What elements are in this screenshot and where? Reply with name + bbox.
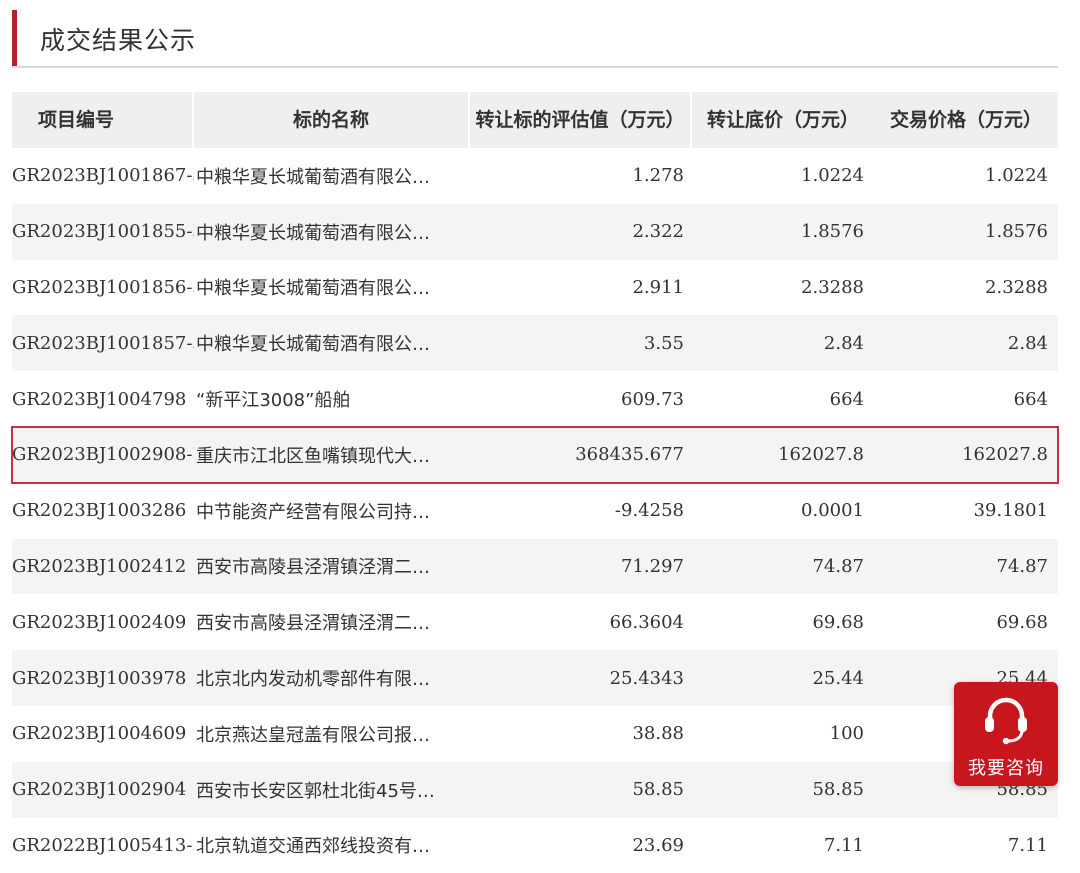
cell-target-name[interactable]: 北京轨道交通西郊线投资有… bbox=[194, 832, 470, 858]
cell-reserve-price: 69.68 bbox=[812, 611, 864, 633]
cell-reserve-price: 2.3288 bbox=[801, 276, 864, 298]
table-row[interactable]: GR2023BJ1002409 西安市高陵县泾渭镇泾渭二… 66.3604 69… bbox=[12, 594, 1058, 650]
section-accent-bar bbox=[12, 10, 17, 66]
cell-valuation: 71.297 bbox=[621, 555, 684, 577]
cell-deal-price: 664 bbox=[1013, 388, 1048, 410]
cell-project-id: GR2023BJ1002409 bbox=[12, 611, 187, 633]
cell-reserve-price: 664 bbox=[829, 388, 864, 410]
header-valuation: 转让标的评估值（万元） bbox=[470, 92, 692, 148]
cell-target-name[interactable]: 北京北内发动机零部件有限… bbox=[194, 665, 470, 691]
cell-valuation: 368435.677 bbox=[575, 444, 684, 466]
cell-project-id: GR2023BJ1003286 bbox=[12, 500, 187, 522]
cell-reserve-price: 0.0001 bbox=[801, 500, 864, 522]
header-reserve-price: 转让底价（万元） bbox=[706, 109, 859, 131]
table-row[interactable]: GR2023BJ1001855-3 中粮华夏长城葡萄酒有限公… 2.322 1.… bbox=[12, 203, 1058, 260]
cell-project-id: GR2023BJ1001867-3 bbox=[12, 165, 194, 187]
cell-deal-price: 74.87 bbox=[996, 555, 1048, 577]
cell-valuation: 38.88 bbox=[632, 723, 684, 745]
table-row-highlighted[interactable]: GR2023BJ1002908-7 重庆市江北区鱼嘴镇现代大… 368435.6… bbox=[11, 425, 1059, 484]
header-project-id: 项目编号 bbox=[12, 92, 194, 148]
cell-target-name[interactable]: 重庆市江北区鱼嘴镇现代大… bbox=[194, 442, 470, 468]
cell-valuation: 2.322 bbox=[632, 221, 684, 243]
cell-deal-price: 1.8576 bbox=[985, 221, 1048, 243]
cell-valuation: 23.69 bbox=[632, 834, 684, 856]
cell-deal-price: 39.1801 bbox=[973, 500, 1048, 522]
cell-project-id: GR2023BJ1002904 bbox=[12, 779, 187, 801]
cell-target-name[interactable]: 西安市高陵县泾渭镇泾渭二… bbox=[194, 609, 470, 635]
cell-deal-price: 7.11 bbox=[1007, 834, 1048, 856]
cell-project-id: GR2023BJ1001855-3 bbox=[12, 221, 194, 243]
header-target-name: 标的名称 bbox=[194, 92, 470, 148]
cell-reserve-price: 162027.8 bbox=[778, 444, 864, 466]
cell-valuation: 66.3604 bbox=[609, 611, 684, 633]
cell-deal-price: 2.84 bbox=[1007, 332, 1048, 354]
cell-reserve-price: 74.87 bbox=[812, 555, 864, 577]
cell-valuation: 58.85 bbox=[632, 779, 684, 801]
cell-target-name[interactable]: 西安市长安区郭杜北街45号… bbox=[194, 777, 470, 803]
cell-target-name[interactable]: 中粮华夏长城葡萄酒有限公… bbox=[194, 274, 470, 300]
header-deal-price: 交易价格（万元） bbox=[889, 109, 1042, 131]
table-row[interactable]: GR2023BJ1003286 中节能资产经营有限公司持… -9.4258 0.… bbox=[12, 483, 1058, 539]
headset-icon bbox=[985, 697, 1027, 745]
consult-label: 我要咨询 bbox=[968, 758, 1044, 779]
cell-target-name[interactable]: “新平江3008”船舶 bbox=[194, 386, 470, 412]
cell-project-id: GR2022BJ1005413-5 bbox=[12, 834, 194, 856]
cell-valuation: 3.55 bbox=[643, 332, 684, 354]
cell-project-id: GR2023BJ1002412 bbox=[12, 555, 187, 577]
table-row[interactable]: GR2022BJ1005413-5 北京轨道交通西郊线投资有… 23.69 7.… bbox=[12, 818, 1058, 873]
table-row[interactable]: GR2023BJ1002412 西安市高陵县泾渭镇泾渭二… 71.297 74.… bbox=[12, 538, 1058, 595]
cell-project-id: GR2023BJ1003978 bbox=[12, 667, 187, 689]
cell-project-id: GR2023BJ1004798 bbox=[12, 388, 187, 410]
table-row[interactable]: GR2023BJ1003978 北京北内发动机零部件有限… 25.4343 25… bbox=[12, 650, 1058, 706]
cell-project-id: GR2023BJ1001857-3 bbox=[12, 332, 194, 354]
cell-valuation: -9.4258 bbox=[614, 500, 684, 522]
cell-valuation: 25.4343 bbox=[609, 667, 684, 689]
table-row[interactable]: GR2023BJ1001856-3 中粮华夏长城葡萄酒有限公… 2.911 2.… bbox=[12, 260, 1058, 316]
table-row[interactable]: GR2023BJ1002904 西安市长安区郭杜北街45号… 58.85 58.… bbox=[12, 761, 1058, 818]
consult-button[interactable]: 我要咨询 bbox=[954, 682, 1058, 786]
cell-target-name[interactable]: 中粮华夏长城葡萄酒有限公… bbox=[194, 163, 470, 189]
cell-valuation: 2.911 bbox=[632, 276, 684, 298]
cell-target-name[interactable]: 西安市高陵县泾渭镇泾渭二… bbox=[194, 553, 470, 579]
table-row[interactable]: GR2023BJ1004609 北京燕达皇冠盖有限公司报… 38.88 100 bbox=[12, 706, 1058, 762]
cell-target-name[interactable]: 北京燕达皇冠盖有限公司报… bbox=[194, 721, 470, 747]
cell-reserve-price: 2.84 bbox=[823, 332, 864, 354]
cell-deal-price: 1.0224 bbox=[985, 165, 1048, 187]
cell-deal-price: 162027.8 bbox=[962, 444, 1048, 466]
section-header: 成交结果公示 bbox=[12, 10, 1058, 68]
cell-target-name[interactable]: 中节能资产经营有限公司持… bbox=[194, 498, 470, 524]
section-title: 成交结果公示 bbox=[40, 26, 197, 55]
table-row[interactable]: GR2023BJ1001867-3 中粮华夏长城葡萄酒有限公… 1.278 1.… bbox=[12, 148, 1058, 204]
table-row[interactable]: GR2023BJ1001857-3 中粮华夏长城葡萄酒有限公… 3.55 2.8… bbox=[12, 315, 1058, 372]
cell-reserve-price: 1.0224 bbox=[801, 165, 864, 187]
results-table: 项目编号 标的名称 转让标的评估值（万元） 转让底价（万元） 交易价格（万元） … bbox=[11, 92, 1059, 873]
cell-valuation: 1.278 bbox=[632, 165, 684, 187]
cell-valuation: 609.73 bbox=[621, 388, 684, 410]
cell-reserve-price: 1.8576 bbox=[801, 221, 864, 243]
cell-reserve-price: 7.11 bbox=[823, 834, 864, 856]
cell-reserve-price: 100 bbox=[829, 723, 864, 745]
table-header: 项目编号 标的名称 转让标的评估值（万元） 转让底价（万元） 交易价格（万元） bbox=[12, 92, 1058, 148]
cell-target-name[interactable]: 中粮华夏长城葡萄酒有限公… bbox=[194, 330, 470, 356]
cell-deal-price: 2.3288 bbox=[985, 276, 1048, 298]
cell-project-id: GR2023BJ1002908-7 bbox=[12, 444, 194, 466]
cell-target-name[interactable]: 中粮华夏长城葡萄酒有限公… bbox=[194, 219, 470, 245]
table-row[interactable]: GR2023BJ1004798 “新平江3008”船舶 609.73 664 6… bbox=[12, 371, 1058, 427]
cell-reserve-price: 58.85 bbox=[812, 779, 864, 801]
cell-reserve-price: 25.44 bbox=[812, 667, 864, 689]
cell-project-id: GR2023BJ1001856-3 bbox=[12, 276, 194, 298]
cell-deal-price: 69.68 bbox=[996, 611, 1048, 633]
cell-project-id: GR2023BJ1004609 bbox=[12, 723, 187, 745]
